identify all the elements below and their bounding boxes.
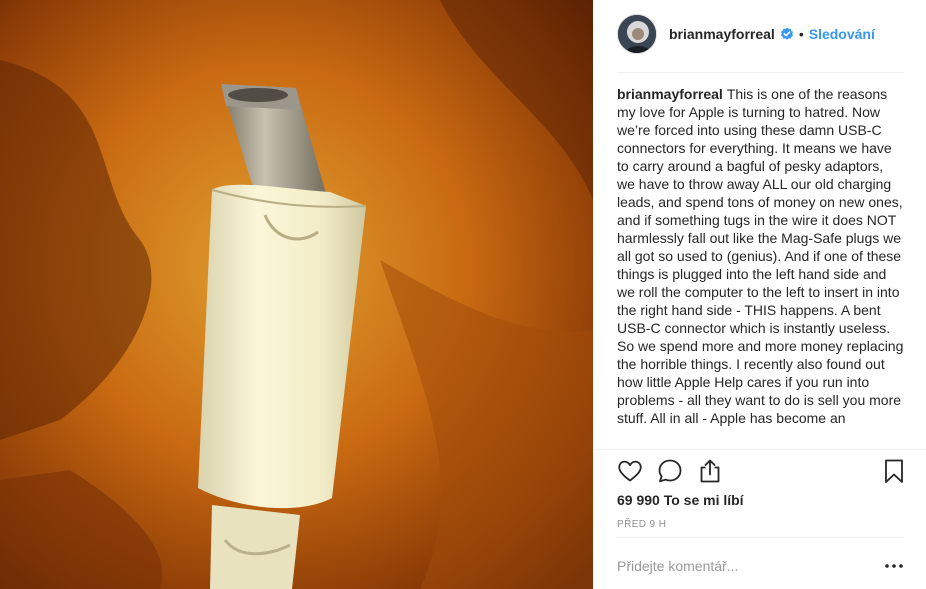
comment-input[interactable] [617,556,867,576]
verified-badge-icon [780,27,794,41]
post-photo[interactable] [0,0,593,589]
share-button[interactable] [697,458,723,484]
share-icon [700,459,720,483]
post-timestamp[interactable]: PŘED 9 H [617,519,666,530]
likes-count[interactable]: 69 990 To se mi líbí [617,492,744,508]
more-options-button[interactable] [883,558,905,574]
post-details-panel: brianmayforreal • Sledování brianmayforr… [593,0,926,589]
post-header: brianmayforreal • Sledování [617,14,904,54]
caption-text: This is one of the reasons my love for A… [617,86,904,426]
comment-button[interactable] [657,458,683,484]
username-link[interactable]: brianmayforreal [669,26,775,42]
following-button[interactable]: Sledování [809,26,875,42]
like-button[interactable] [617,458,643,484]
comment-divider [617,537,904,538]
avatar-image [618,15,656,53]
more-options-icon [885,564,903,568]
usb-c-cable-photo [0,0,593,589]
actions-divider [593,449,926,450]
caption-scroll-area[interactable]: brianmayforreal This is one of the reason… [617,85,904,449]
bookmark-icon [885,459,903,483]
bookmark-button[interactable] [881,458,907,484]
action-bar [617,456,907,488]
avatar[interactable] [617,14,657,54]
header-divider [617,72,904,73]
comment-icon [658,459,682,483]
heart-icon [618,460,642,482]
caption: brianmayforreal This is one of the reason… [617,85,904,427]
caption-username-link[interactable]: brianmayforreal [617,86,723,102]
separator-dot: • [798,26,804,42]
